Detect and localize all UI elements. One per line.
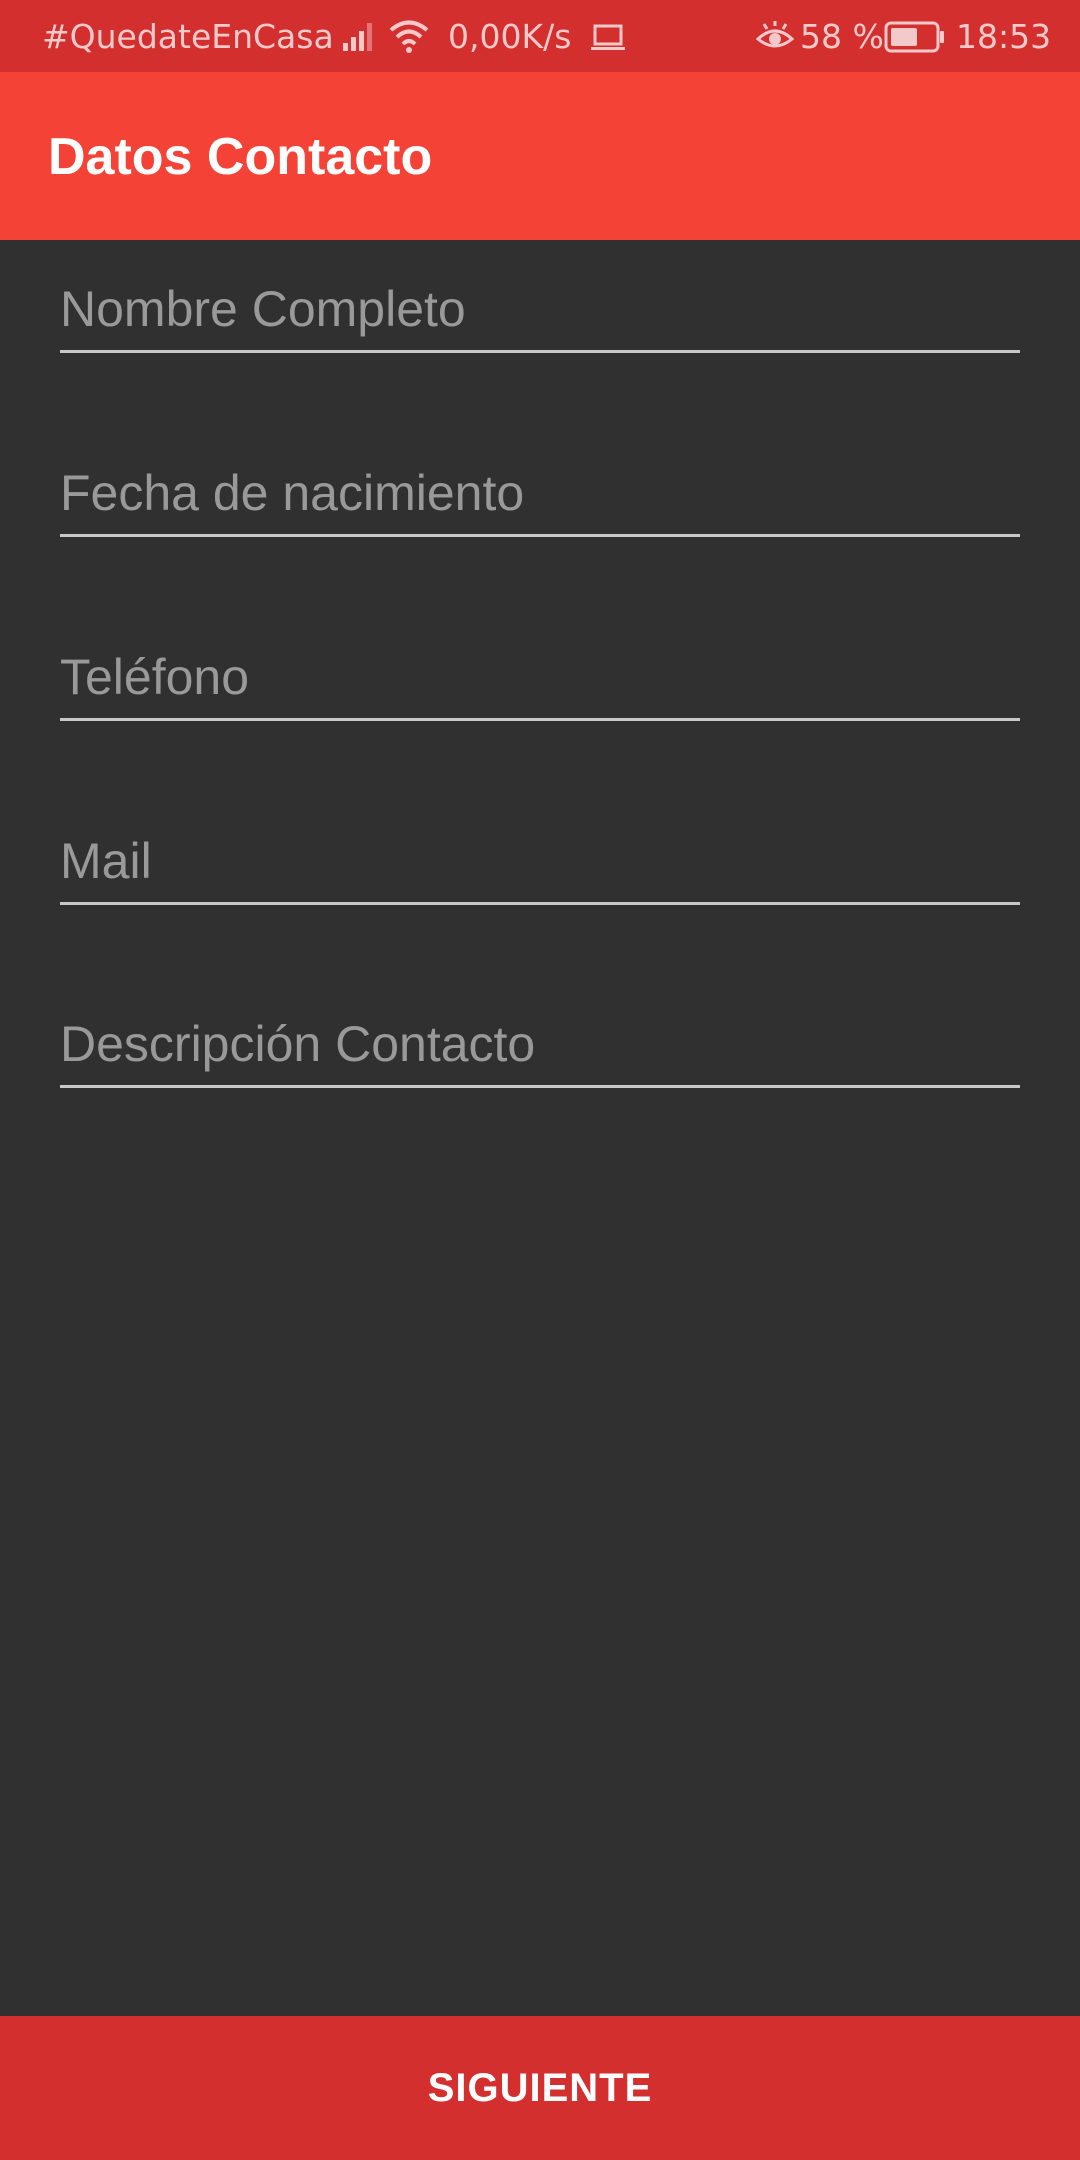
full-name-input[interactable] — [60, 269, 1020, 349]
mail-input[interactable] — [60, 821, 1020, 901]
birth-date-field — [60, 453, 1020, 537]
carrier-label: #QuedateEnCasa — [42, 17, 334, 56]
net-speed-label: 0,00K/s — [448, 17, 572, 56]
status-bar: #QuedateEnCasa 0,00K/s 58 % 18:53 — [0, 0, 1080, 72]
eye-icon — [756, 20, 794, 54]
next-button[interactable]: SIGUIENTE — [0, 2016, 1080, 2160]
contact-description-input[interactable] — [60, 1004, 1020, 1084]
app-bar: Datos Contacto — [0, 72, 1080, 240]
field-underline — [60, 902, 1020, 905]
page-title: Datos Contacto — [48, 128, 433, 186]
mail-field — [60, 821, 1020, 905]
laptop-icon — [590, 22, 626, 54]
full-name-field — [60, 269, 1020, 353]
screen: #QuedateEnCasa 0,00K/s 58 % 18:53 Datos … — [0, 0, 1080, 2160]
battery-icon — [884, 20, 946, 54]
contact-description-field — [60, 1004, 1020, 1088]
battery-percent-label: 58 % — [800, 17, 884, 56]
field-underline — [60, 718, 1020, 721]
field-underline — [60, 534, 1020, 537]
field-underline — [60, 350, 1020, 353]
birth-date-input[interactable] — [60, 453, 1020, 533]
clock-label: 18:53 — [956, 17, 1052, 56]
signal-icon — [342, 19, 378, 53]
wifi-icon — [388, 17, 430, 57]
phone-input[interactable] — [60, 637, 1020, 717]
next-button-label: SIGUIENTE — [427, 2066, 653, 2110]
phone-field — [60, 637, 1020, 721]
field-underline — [60, 1085, 1020, 1088]
